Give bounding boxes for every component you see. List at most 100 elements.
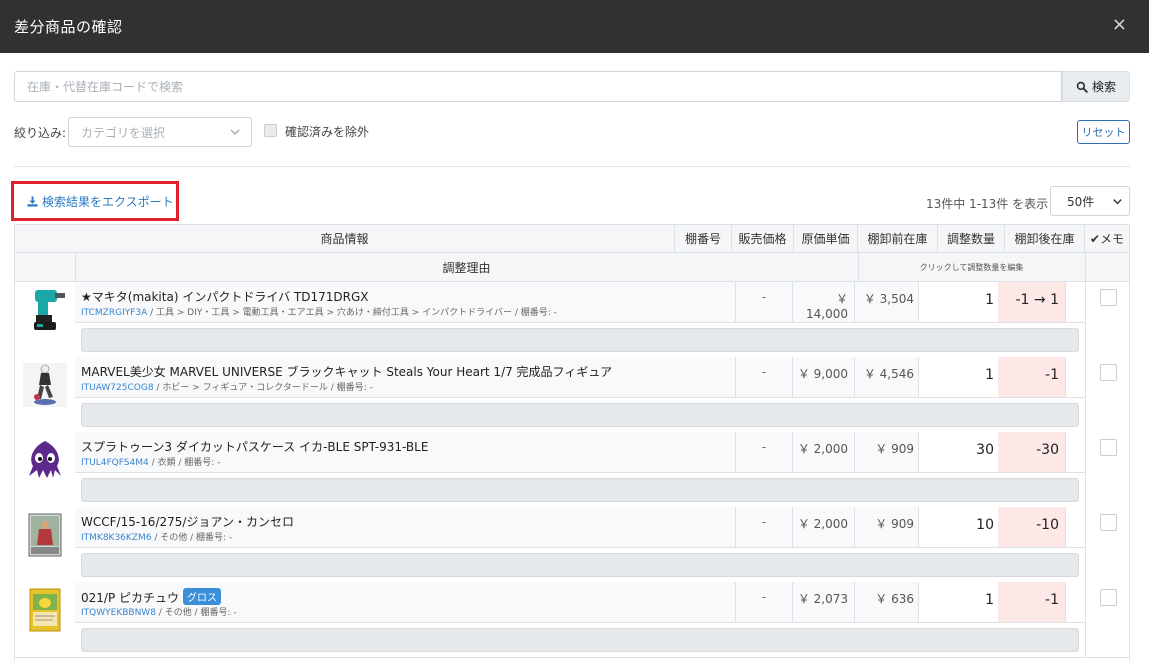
- reason-area: [75, 322, 1085, 357]
- th-product-info: 商品情報: [15, 224, 675, 253]
- stock-before: 1: [918, 282, 998, 322]
- memo-checkbox[interactable]: [1100, 364, 1117, 381]
- memo-cell: [1085, 507, 1129, 582]
- memo-cell: [1085, 432, 1129, 507]
- product-code-link[interactable]: ITUAW725COG8: [81, 383, 154, 393]
- sale-price: ￥ 2,000: [792, 432, 854, 472]
- product-name: スプラトゥーン3 ダイカットパスケース イカ-BLE SPT-931-BLE: [81, 440, 429, 454]
- product-meta: ITCMZRGIYF3A / 工具 > DIY・工具 > 電動工具・エアエ具 >…: [81, 305, 557, 318]
- sale-price: ￥ 9,000: [792, 357, 854, 397]
- cost-price: ￥ 909: [854, 507, 918, 547]
- chevron-down-icon: [230, 129, 240, 135]
- pikachu-card-image[interactable]: [23, 588, 67, 632]
- memo-checkbox[interactable]: [1100, 289, 1117, 306]
- th-sale-price: 販売価格: [732, 224, 794, 253]
- reset-button[interactable]: リセット: [1077, 120, 1130, 144]
- product-name: ★マキタ(makita) インパクトドライバ TD171DRGX: [81, 290, 369, 304]
- table-row: MARVEL美少女 MARVEL UNIVERSE ブラックキャット Steal…: [15, 357, 1129, 433]
- product-code-link[interactable]: ITCMZRGIYF3A: [81, 308, 147, 318]
- figure-image[interactable]: [23, 363, 67, 407]
- product-path: / ホビー > フィギュア・コレクタードール / 棚番号: -: [153, 383, 373, 393]
- cost-price: ￥ 4,546: [854, 357, 918, 397]
- adjust-reason-input[interactable]: [81, 553, 1079, 577]
- cost-price: ￥ 3,504: [854, 282, 918, 322]
- chevron-down-icon: [1113, 199, 1122, 205]
- thumbnail-cell: [15, 507, 76, 582]
- memo-checkbox[interactable]: [1100, 439, 1117, 456]
- search-button[interactable]: 検索: [1062, 71, 1130, 102]
- product-path: / その他 / 棚番号: -: [151, 533, 233, 543]
- adjust-qty-cell[interactable]: -30: [998, 432, 1065, 472]
- reason-area: [75, 397, 1085, 432]
- adjust-reason-input[interactable]: [81, 478, 1079, 502]
- product-info: MARVEL美少女 MARVEL UNIVERSE ブラックキャット Steal…: [75, 357, 1129, 397]
- th-cost-price: 原価単価: [794, 224, 858, 253]
- table-row: 021/P ピカチュウ グロス ITQWYEKBBNW8 / その他 / 棚番号:…: [15, 582, 1129, 658]
- shelf-no: -: [735, 582, 792, 622]
- exclude-confirmed-checkbox[interactable]: [264, 124, 277, 137]
- adjust-qty-cell[interactable]: -1 → 1: [998, 282, 1065, 322]
- thumbnail-cell: [15, 582, 76, 657]
- search-input[interactable]: [14, 71, 1062, 102]
- highlight-box: [11, 181, 179, 221]
- stock-before: 30: [918, 432, 998, 472]
- shelf-no: -: [735, 432, 792, 472]
- thumbnail-cell: [15, 432, 76, 507]
- reason-area: [75, 622, 1085, 657]
- diff-products-table: 商品情報 棚番号 販売価格 原価単価 棚卸前在庫 調整数量 棚卸後在庫 ✔メモ …: [14, 224, 1130, 661]
- search-button-label: 検索: [1091, 80, 1116, 94]
- memo-cell: [1085, 582, 1129, 657]
- adjust-reason-input[interactable]: [81, 403, 1079, 427]
- modal-title: 差分商品の確認: [14, 18, 123, 36]
- th-adjust-hint: クリックして調整数量を編集: [919, 263, 1024, 272]
- search-row: 検索: [14, 71, 1130, 102]
- cost-price: ￥ 909: [854, 432, 918, 472]
- adjust-qty-cell[interactable]: -10: [998, 507, 1065, 547]
- modal-header: 差分商品の確認 ×: [0, 0, 1149, 53]
- memo-checkbox[interactable]: [1100, 514, 1117, 531]
- product-info: スプラトゥーン3 ダイカットパスケース イカ-BLE SPT-931-BLE I…: [75, 432, 1129, 472]
- sale-price: ￥ 14,000: [792, 282, 854, 322]
- card-image[interactable]: [23, 513, 67, 557]
- close-icon[interactable]: ×: [1112, 14, 1127, 35]
- category-select[interactable]: カテゴリを選択: [68, 117, 252, 147]
- product-info: WCCF/15-16/275/ジョアン・カンセロ ITMK8K36KZM6 / …: [75, 507, 1129, 547]
- product-info: ★マキタ(makita) インパクトドライバ TD171DRGX ITCMZRG…: [75, 282, 1129, 322]
- th-stock-after: 棚卸後在庫: [1005, 224, 1085, 253]
- product-path: / 衣類 / 棚番号: -: [148, 458, 221, 468]
- thumbnail-cell: [15, 282, 76, 357]
- per-page-value: 50件: [1067, 194, 1095, 209]
- adjust-qty-cell[interactable]: -1: [998, 357, 1065, 397]
- product-info: 021/P ピカチュウ グロス ITQWYEKBBNW8 / その他 / 棚番号:…: [75, 582, 1129, 622]
- adjust-qty-cell[interactable]: -1: [998, 582, 1065, 622]
- sale-price: ￥ 2,000: [792, 507, 854, 547]
- product-code-link[interactable]: ITQWYEKBBNW8: [81, 608, 156, 618]
- product-code-link[interactable]: ITMK8K36KZM6: [81, 533, 151, 543]
- stock-before: 1: [918, 357, 998, 397]
- memo-checkbox[interactable]: [1100, 589, 1117, 606]
- th-adjust-reason: 調整理由: [442, 261, 491, 275]
- product-name: MARVEL美少女 MARVEL UNIVERSE ブラックキャット Steal…: [81, 365, 613, 379]
- adjust-reason-input[interactable]: [81, 628, 1079, 652]
- exclude-confirmed-label[interactable]: 確認済みを除外: [285, 123, 369, 140]
- result-count: 13件中 1-13件 を表示: [926, 197, 1049, 211]
- stock-before: 10: [918, 507, 998, 547]
- reason-area: [75, 472, 1085, 507]
- category-select-placeholder: カテゴリを選択: [81, 125, 166, 140]
- adjust-reason-input[interactable]: [81, 328, 1079, 352]
- th-stock-before: 棚卸前在庫: [858, 224, 938, 253]
- product-name-text: 021/P ピカチュウ: [81, 591, 179, 605]
- drill-image[interactable]: [23, 288, 67, 332]
- stock-before: 1: [918, 582, 998, 622]
- product-meta: ITUAW725COG8 / ホビー > フィギュア・コレクタードール / 棚番…: [81, 380, 373, 393]
- table-row: スプラトゥーン3 ダイカットパスケース イカ-BLE SPT-931-BLE I…: [15, 432, 1129, 508]
- table-row: ★マキタ(makita) インパクトドライバ TD171DRGX ITCMZRG…: [15, 282, 1129, 358]
- shelf-no: -: [735, 357, 792, 397]
- product-code-link[interactable]: ITUL4FQFS4M4: [81, 458, 149, 468]
- th-memo: ✔メモ: [1085, 224, 1129, 253]
- filter-label: 絞り込み:: [14, 126, 67, 140]
- product-path: / 工具 > DIY・工具 > 電動工具・エアエ具 > 穴あけ・締付工具 > イ…: [147, 308, 557, 318]
- per-page-select[interactable]: 50件: [1050, 186, 1130, 216]
- product-name: 021/P ピカチュウ グロス: [81, 588, 221, 606]
- squid-image[interactable]: [23, 438, 67, 482]
